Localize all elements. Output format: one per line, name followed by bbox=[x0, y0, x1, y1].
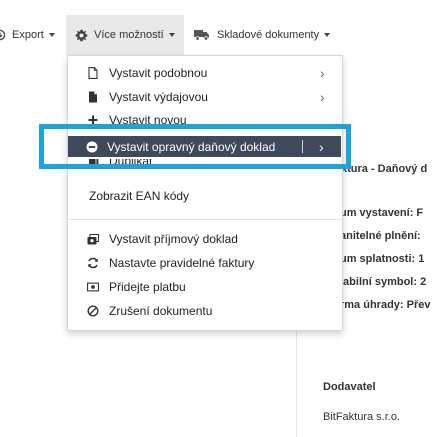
menu-item-label: Vystavit opravný daňový doklad bbox=[107, 139, 276, 154]
document-field: iabilní symbol: 2 bbox=[340, 276, 427, 288]
menu-item-cancel[interactable]: Zrušení dokumentu bbox=[68, 299, 342, 323]
menu-item-label: Nastavte pravidelné faktury bbox=[109, 256, 255, 270]
document-heading: ktura - Daňový d bbox=[341, 163, 428, 175]
document-field: um splatnosti: 1 bbox=[340, 253, 425, 265]
export-button[interactable]: Export bbox=[0, 15, 55, 55]
menu-separator bbox=[68, 219, 342, 220]
menu-item-label: Vystavit novou bbox=[109, 113, 187, 124]
refresh-icon bbox=[87, 257, 99, 269]
ban-icon bbox=[87, 305, 99, 317]
menu-item-ean[interactable]: Zobrazit EAN kódy bbox=[68, 184, 342, 208]
document-field: anitelné plnění: bbox=[340, 230, 421, 242]
more-options-label: Více možností bbox=[94, 29, 164, 41]
truck-icon bbox=[194, 29, 210, 41]
more-options-button[interactable]: Více možností bbox=[66, 15, 184, 55]
menu-item-label: Vystavit výdajovou bbox=[109, 90, 208, 104]
menu-item-label: Přidejte platbu bbox=[109, 280, 186, 294]
plus-icon bbox=[87, 114, 99, 124]
menu-item-similar[interactable]: Vystavit podobnou › bbox=[68, 61, 342, 85]
stock-documents-button[interactable]: Skladové dokumenty bbox=[194, 15, 331, 55]
chevron-down-icon bbox=[48, 33, 55, 37]
menu-item-payment[interactable]: Přidejte platbu bbox=[68, 275, 342, 299]
chevron-right-icon: › bbox=[320, 65, 325, 81]
chevron-right-icon: › bbox=[320, 89, 325, 105]
menu-item-label: Zrušení dokumentu bbox=[109, 304, 213, 318]
document-icon bbox=[87, 67, 99, 79]
stock-documents-label: Skladové dokumenty bbox=[217, 29, 320, 41]
chevron-right-icon[interactable]: › bbox=[319, 140, 324, 154]
cash-in-icon bbox=[87, 233, 99, 245]
menu-item-label: Vystavit příjmový doklad bbox=[109, 232, 238, 246]
document-field: um vystavení: F bbox=[340, 207, 424, 219]
document-field: rma úhrady: Přev bbox=[340, 299, 431, 311]
menu-item-credit-note[interactable]: Vystavit opravný daňový doklad › bbox=[68, 136, 341, 157]
menu-item-new[interactable]: Vystavit novou bbox=[68, 110, 342, 124]
menu-item-label: Zobrazit EAN kódy bbox=[89, 189, 190, 203]
menu-item-receipt[interactable]: Vystavit příjmový doklad bbox=[68, 227, 342, 251]
menu-item-expense[interactable]: Vystavit výdajovou › bbox=[68, 85, 342, 109]
supplier-name: BitFaktura s.r.o. bbox=[323, 411, 401, 423]
menu-item-label: Vystavit podobnou bbox=[109, 66, 208, 80]
chevron-down-icon bbox=[324, 33, 331, 37]
document-filled-icon bbox=[87, 91, 99, 103]
supplier-label: Dodavatel bbox=[323, 381, 376, 393]
money-icon bbox=[87, 281, 99, 293]
export-icon bbox=[0, 29, 6, 41]
menu-item-recurring[interactable]: Nastavte pravidelné faktury bbox=[68, 251, 342, 275]
gear-icon bbox=[75, 29, 88, 42]
toolbar: Export Více možností Skladové dokumenty bbox=[0, 15, 440, 55]
chevron-down-icon bbox=[168, 33, 175, 37]
menu-item-new-wrapper: Vystavit novou bbox=[68, 110, 342, 124]
submenu-divider bbox=[302, 140, 303, 153]
more-options-menu: Vystavit podobnou › Vystavit výdajovou ›… bbox=[67, 55, 343, 331]
export-label: Export bbox=[12, 29, 44, 41]
minus-circle-icon bbox=[86, 141, 98, 153]
